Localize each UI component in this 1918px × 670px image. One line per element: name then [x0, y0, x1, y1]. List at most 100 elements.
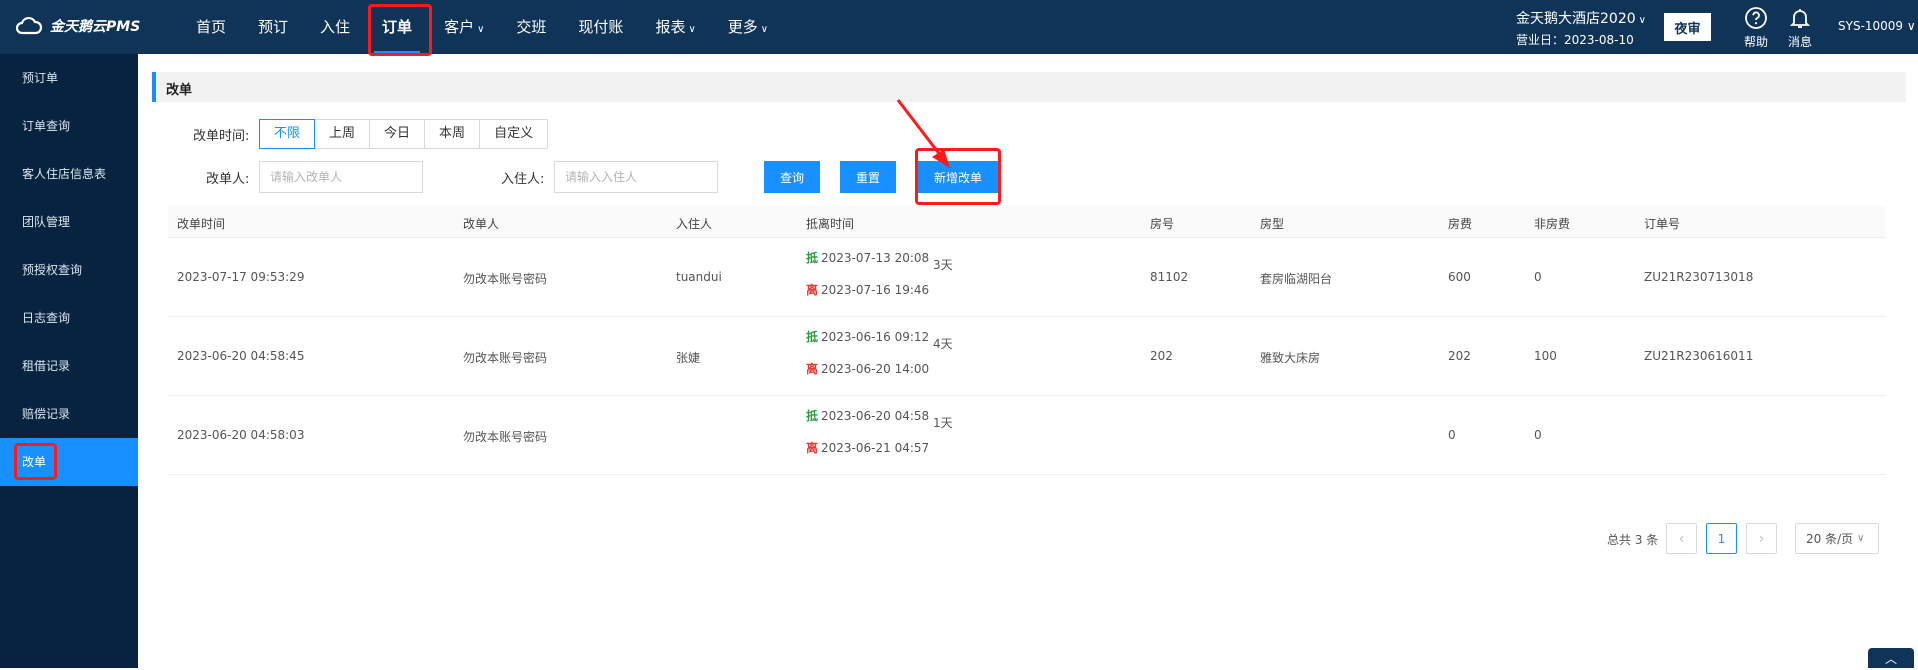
col-other-fee: 非房费 — [1534, 217, 1571, 231]
depart-time: 2023-07-16 19:46 — [821, 283, 930, 297]
guest-input[interactable] — [554, 161, 718, 193]
arrive-time: 2023-06-20 04:58 — [821, 409, 930, 423]
cell-depart: 离 2023-07-16 19:46 — [806, 281, 929, 298]
time-range-selector: 不限 上周 今日 本周 自定义 — [259, 119, 549, 149]
cell-other-fee: 100 — [1534, 349, 1557, 363]
col-modifier: 改单人 — [463, 217, 500, 231]
cell-room-no: 81102 — [1150, 270, 1189, 284]
cloud-logo-icon — [15, 16, 43, 35]
nav-checkin[interactable]: 入住 — [304, 0, 366, 54]
nav-label: 首页 — [196, 18, 227, 36]
cell-arrive: 抵 2023-06-20 04:58 — [806, 407, 929, 424]
sidebar-active-highlight — [14, 443, 57, 480]
change-time-label: 改单时间: — [193, 129, 250, 144]
sidebar-item-guest-info[interactable]: 客人住店信息表 — [0, 150, 138, 198]
nav-cash-account[interactable]: 现付账 — [562, 0, 639, 54]
table-row[interactable]: 2023-06-20 04:58:45 勿改本账号密码 张婕 抵 2023-06-… — [168, 317, 1886, 396]
back-to-top-button[interactable]: ︿ — [1868, 648, 1914, 668]
cell-guest: tuandui — [676, 270, 722, 284]
depart-time: 2023-06-20 14:00 — [821, 362, 930, 376]
help-icon — [1745, 7, 1767, 29]
col-room-no: 房号 — [1150, 217, 1175, 231]
cell-guest: 张婕 — [676, 351, 701, 365]
prev-page-button[interactable]: ‹ — [1666, 523, 1697, 554]
page-title: 改单 — [166, 83, 193, 98]
sidebar: 预订单 订单查询 客人住店信息表 团队管理 预授权查询 日志查询 租借记录 赔偿… — [0, 54, 138, 668]
messages-button[interactable]: 消息 — [1788, 6, 1812, 50]
sidebar-item-preauth-query[interactable]: 预授权查询 — [0, 246, 138, 294]
bell-icon — [1789, 9, 1811, 28]
col-room-fee: 房费 — [1448, 217, 1473, 231]
add-button-highlight — [915, 148, 1001, 205]
sidebar-item-group-management[interactable]: 团队管理 — [0, 198, 138, 246]
page-number-button[interactable]: 1 — [1706, 523, 1737, 554]
cell-nights: 3天 — [933, 258, 953, 272]
sidebar-item-reservations[interactable]: 预订单 — [0, 54, 138, 102]
sidebar-item-log-query[interactable]: 日志查询 — [0, 294, 138, 342]
cell-modifier: 勿改本账号密码 — [463, 272, 548, 286]
cell-change-time: 2023-07-17 09:53:29 — [177, 270, 305, 284]
arrive-tag: 抵 — [806, 409, 819, 423]
col-room-type: 房型 — [1260, 217, 1285, 231]
messages-label: 消息 — [1788, 35, 1813, 49]
cell-order-no: ZU21R230616011 — [1644, 349, 1754, 363]
chevron-down-icon: ∨ — [1638, 15, 1646, 26]
hotel-switcher[interactable]: 金天鹅大酒店2020 ∨ 营业日：2023-08-10 — [1516, 8, 1646, 48]
nav-customers[interactable]: 客户 ∨ — [428, 0, 500, 54]
business-date: 营业日：2023-08-10 — [1516, 33, 1634, 47]
modifier-input[interactable] — [259, 161, 423, 193]
time-option-today[interactable]: 今日 — [369, 119, 426, 149]
page-size-value: 20 条/页 — [1806, 532, 1854, 546]
reset-button[interactable]: 重置 — [840, 161, 896, 193]
col-stay-dates: 抵离时间 — [806, 217, 855, 231]
cell-nights: 4天 — [933, 337, 953, 351]
nav-label: 现付账 — [578, 18, 624, 36]
chevron-left-icon: ‹ — [1678, 530, 1685, 547]
help-label: 帮助 — [1744, 35, 1769, 49]
sidebar-item-compensation-records[interactable]: 赔偿记录 — [0, 390, 138, 438]
cell-depart: 离 2023-06-20 14:00 — [806, 360, 929, 377]
time-option-this-week[interactable]: 本周 — [424, 119, 481, 149]
cell-arrive: 抵 2023-07-13 20:08 — [806, 249, 929, 266]
help-button[interactable]: 帮助 — [1744, 6, 1768, 50]
cell-modifier: 勿改本账号密码 — [463, 430, 548, 444]
night-audit-button[interactable]: 夜审 — [1664, 13, 1711, 41]
nav-reservation[interactable]: 预订 — [242, 0, 304, 54]
cell-room-type: 雅致大床房 — [1260, 351, 1321, 365]
cell-other-fee: 0 — [1534, 428, 1542, 442]
user-menu[interactable]: SYS-10009 ∨ — [1838, 19, 1916, 33]
query-button[interactable]: 查询 — [764, 161, 820, 193]
nav-label: 客户 — [444, 18, 475, 36]
arrive-tag: 抵 — [806, 330, 819, 344]
nav-home[interactable]: 首页 — [180, 0, 242, 54]
logo[interactable]: 金天鹅云PMS — [14, 16, 140, 36]
arrive-tag: 抵 — [806, 251, 819, 265]
table-header: 改单时间 改单人 入住人 抵离时间 房号 房型 房费 非房费 订单号 — [168, 206, 1886, 238]
sidebar-item-rental-records[interactable]: 租借记录 — [0, 342, 138, 390]
modifier-label: 改单人: — [206, 172, 250, 187]
cell-modifier: 勿改本账号密码 — [463, 351, 548, 365]
pagination-total: 总共 3 条 — [1607, 533, 1659, 547]
depart-time: 2023-06-21 04:57 — [821, 441, 930, 455]
cell-other-fee: 0 — [1534, 270, 1542, 284]
time-option-last-week[interactable]: 上周 — [314, 119, 371, 149]
time-option-custom[interactable]: 自定义 — [479, 119, 549, 149]
table-row[interactable]: 2023-06-20 04:58:03 勿改本账号密码 抵 2023-06-20 … — [168, 396, 1886, 475]
col-guest: 入住人 — [676, 217, 713, 231]
nav-more[interactable]: 更多 ∨ — [712, 0, 784, 54]
chevron-down-icon: ∨ — [688, 24, 696, 35]
page-size-select[interactable]: 20 条/页 ∨ — [1795, 523, 1879, 554]
sidebar-item-order-query[interactable]: 订单查询 — [0, 102, 138, 150]
nav-reports[interactable]: 报表 ∨ — [639, 0, 711, 54]
cell-order-no: ZU21R230713018 — [1644, 270, 1754, 284]
time-option-any[interactable]: 不限 — [259, 119, 316, 149]
next-page-button[interactable]: › — [1746, 523, 1777, 554]
guest-label: 入住人: — [501, 172, 545, 187]
nav-shift[interactable]: 交班 — [500, 0, 562, 54]
table-row[interactable]: 2023-07-17 09:53:29 勿改本账号密码 tuandui 抵 202… — [168, 238, 1886, 317]
main-nav: 首页 预订 入住 订单 客户 ∨ 交班 现付账 报表 ∨ 更多 ∨ — [180, 0, 784, 54]
chevron-down-icon: ∨ — [477, 24, 485, 35]
col-change-time: 改单时间 — [177, 217, 226, 231]
cell-room-fee: 600 — [1448, 270, 1471, 284]
nav-label: 更多 — [727, 18, 758, 36]
